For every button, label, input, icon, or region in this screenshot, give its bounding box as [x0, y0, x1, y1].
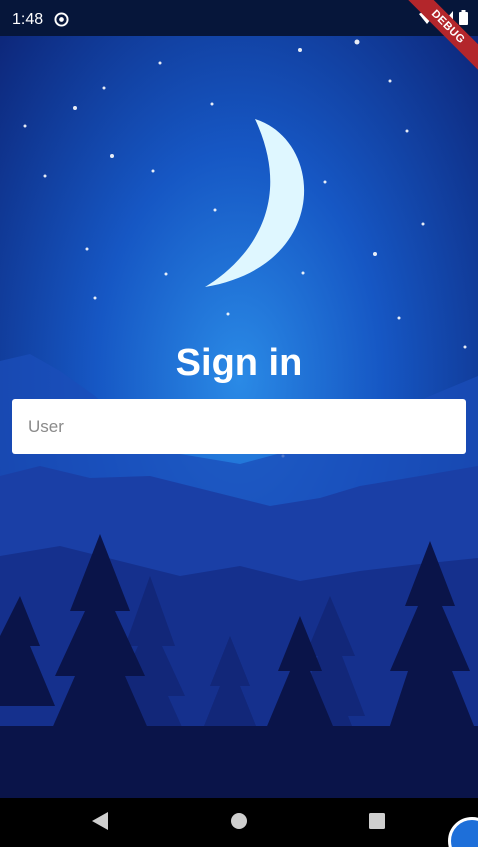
recents-square-icon[interactable] [367, 810, 387, 837]
at-sign-circle-icon [54, 12, 69, 27]
home-circle-icon[interactable] [229, 810, 249, 837]
navigation-bar [0, 798, 478, 847]
page-title: Sign in [175, 342, 303, 384]
login-screen: 1:48 DEBUG Sign in User [0, 0, 478, 847]
status-bar: 1:48 [0, 0, 478, 36]
user-field[interactable] [12, 399, 466, 454]
status-time: 1:48 [12, 11, 44, 28]
user-input[interactable] [26, 415, 452, 438]
back-triangle-icon[interactable] [90, 810, 110, 837]
